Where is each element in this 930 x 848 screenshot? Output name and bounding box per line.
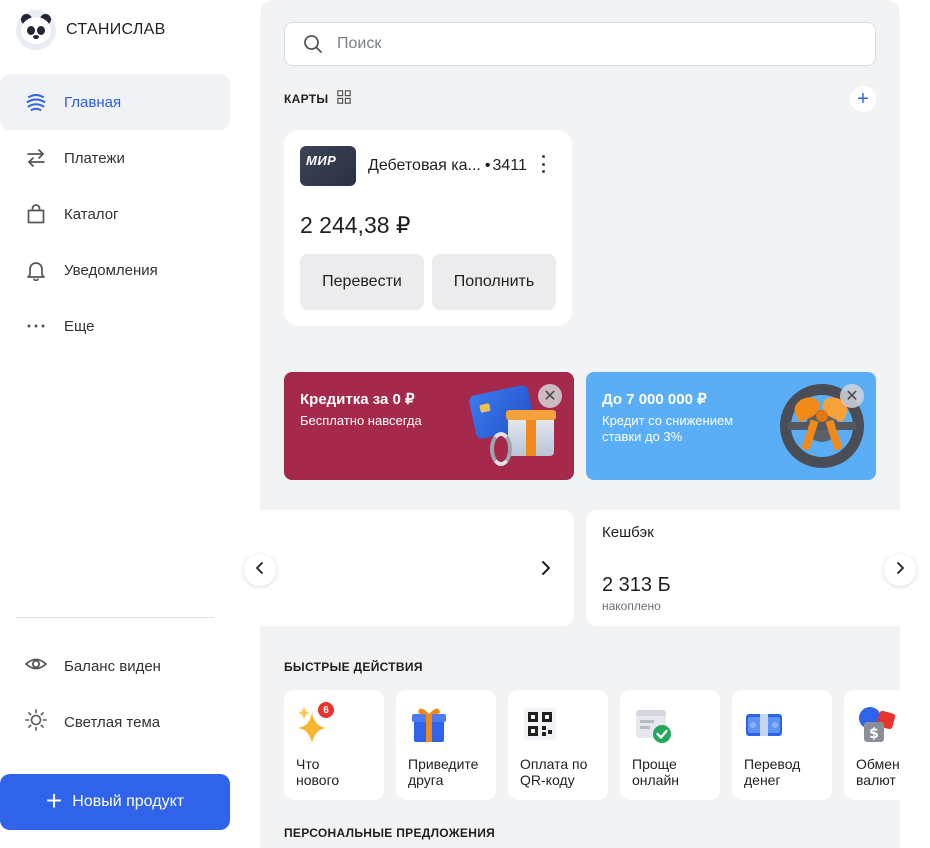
sun-icon xyxy=(24,708,48,737)
quick-action-label: Приведите друга xyxy=(408,756,479,788)
carousel-panel-left xyxy=(260,510,574,626)
currency-exchange-icon: $ xyxy=(856,704,896,744)
money-stack-icon xyxy=(744,704,784,744)
promo-credit-card-title: Кредитка за 0 ₽ xyxy=(300,391,415,408)
notification-badge: 6 xyxy=(318,702,334,718)
main-nav: Главная Платежи Каталог Уведомления Еще xyxy=(0,74,230,354)
balance-visibility-toggle[interactable]: Баланс виден xyxy=(0,638,230,694)
chevron-left-icon xyxy=(255,561,265,580)
quick-action-online[interactable]: Проще онлайн xyxy=(620,690,720,800)
cashback-caption: накоплено xyxy=(602,599,661,613)
card-separator-dot: • xyxy=(484,157,491,174)
shopping-bag-icon xyxy=(24,202,48,226)
cashback-title: Кешбэк xyxy=(602,524,654,541)
main-content: КАРТЫ + МИР Дебетовая ка...•3411 2 244,3… xyxy=(260,0,900,848)
quick-action-label: Оплата по QR-коду xyxy=(520,756,588,788)
carousel-next-button[interactable] xyxy=(884,554,916,586)
balance-visibility-label: Баланс виден xyxy=(64,657,161,675)
transfer-button[interactable]: Перевести xyxy=(300,254,424,310)
home-globe-icon xyxy=(24,90,48,114)
new-product-label: Новый продукт xyxy=(72,793,185,810)
topup-button[interactable]: Пополнить xyxy=(432,254,556,310)
qr-code-icon xyxy=(520,704,560,744)
gift-icon xyxy=(408,704,448,744)
plus-icon: + xyxy=(857,88,869,110)
quick-action-label: Перевод денег xyxy=(744,756,801,788)
search-icon xyxy=(303,34,323,54)
debit-card-tile[interactable]: МИР Дебетовая ка... • 3411 2 244,38 ₽ Пере… xyxy=(284,130,572,326)
theme-label: Светлая тема xyxy=(64,713,161,731)
quick-action-refer-friend[interactable]: Приведите друга xyxy=(396,690,496,800)
nav-item-more[interactable]: Еще xyxy=(0,298,230,354)
eye-icon xyxy=(24,652,48,681)
cards-section-title: КАРТЫ xyxy=(284,92,329,106)
quick-action-label: Что нового xyxy=(296,756,340,788)
quick-action-whats-new[interactable]: 6 Что нового xyxy=(284,690,384,800)
new-product-button[interactable]: + Новый продукт xyxy=(0,774,230,830)
profile[interactable]: СТАНИСЛАВ xyxy=(16,10,166,50)
quick-action-qr-pay[interactable]: Оплата по QR-коду xyxy=(508,690,608,800)
grid-view-icon[interactable] xyxy=(337,90,351,104)
mir-card-logo: МИР xyxy=(300,146,356,186)
theme-toggle[interactable]: Светлая тема xyxy=(0,694,230,750)
nav-label-more: Еще xyxy=(64,317,95,335)
nav-item-home[interactable]: Главная xyxy=(0,74,230,130)
quick-action-label: Обмен валют xyxy=(856,756,900,788)
promo-credit-card[interactable]: Кредитка за 0 ₽ Бесплатно навсегда ✕ xyxy=(284,372,574,480)
bell-icon xyxy=(24,258,48,282)
card-name: Дебетовая ка... • 3411 xyxy=(368,157,527,175)
card-balance: 2 244,38 ₽ xyxy=(300,212,411,238)
chevron-right-icon xyxy=(895,561,905,580)
quick-action-currency-exchange[interactable]: $ Обмен валют xyxy=(844,690,900,800)
promo-credit-card-subtitle: Бесплатно навсегда xyxy=(300,413,422,428)
quick-action-label: Проще онлайн xyxy=(632,756,680,788)
svg-text:$: $ xyxy=(869,726,879,742)
promo-loan[interactable]: До 7 000 000 ₽ Кредит со снижением ставк… xyxy=(586,372,876,480)
transfer-arrows-icon xyxy=(24,146,48,170)
search-input[interactable] xyxy=(337,35,837,53)
nav-label-payments: Платежи xyxy=(64,149,125,167)
cashback-panel[interactable]: Кешбэк 2 313 Б накоплено xyxy=(586,510,900,626)
plus-icon: + xyxy=(45,784,63,816)
carousel-prev-button[interactable] xyxy=(244,554,276,586)
close-icon[interactable]: ✕ xyxy=(538,384,562,408)
sidebar: СТАНИСЛАВ Главная Платежи Каталог Уведом… xyxy=(0,0,260,848)
nav-item-payments[interactable]: Платежи xyxy=(0,130,230,186)
nav-item-notifications[interactable]: Уведомления xyxy=(0,242,230,298)
nav-item-catalog[interactable]: Каталог xyxy=(0,186,230,242)
quick-actions-title: БЫСТРЫЕ ДЕЙСТВИЯ xyxy=(284,660,423,674)
document-check-icon xyxy=(632,704,672,744)
add-card-button[interactable]: + xyxy=(850,86,876,112)
panda-avatar xyxy=(16,10,56,50)
promo-loan-subtitle: Кредит со снижением ставки до 3% xyxy=(602,413,734,444)
profile-name: СТАНИСЛАВ xyxy=(66,21,166,38)
sidebar-divider xyxy=(16,617,214,618)
sparkles-icon: 6 xyxy=(296,702,336,744)
more-dots-icon xyxy=(24,314,48,338)
nav-label-home: Главная xyxy=(64,93,122,111)
nav-label-catalog: Каталог xyxy=(64,205,119,223)
card-number: 3411 xyxy=(492,157,527,174)
cashback-amount: 2 313 Б xyxy=(602,574,671,596)
quick-action-money-transfer[interactable]: Перевод денег xyxy=(732,690,832,800)
chevron-right-icon[interactable] xyxy=(530,552,562,584)
card-name-text: Дебетовая ка... xyxy=(368,157,481,174)
card-menu-icon[interactable] xyxy=(534,152,552,176)
search-bar[interactable] xyxy=(284,22,876,66)
personal-offers-title: ПЕРСОНАЛЬНЫЕ ПРЕДЛОЖЕНИЯ xyxy=(284,826,496,840)
nav-label-notifications: Уведомления xyxy=(64,261,158,279)
promo-loan-title: До 7 000 000 ₽ xyxy=(602,391,707,408)
close-icon[interactable]: ✕ xyxy=(840,384,864,408)
